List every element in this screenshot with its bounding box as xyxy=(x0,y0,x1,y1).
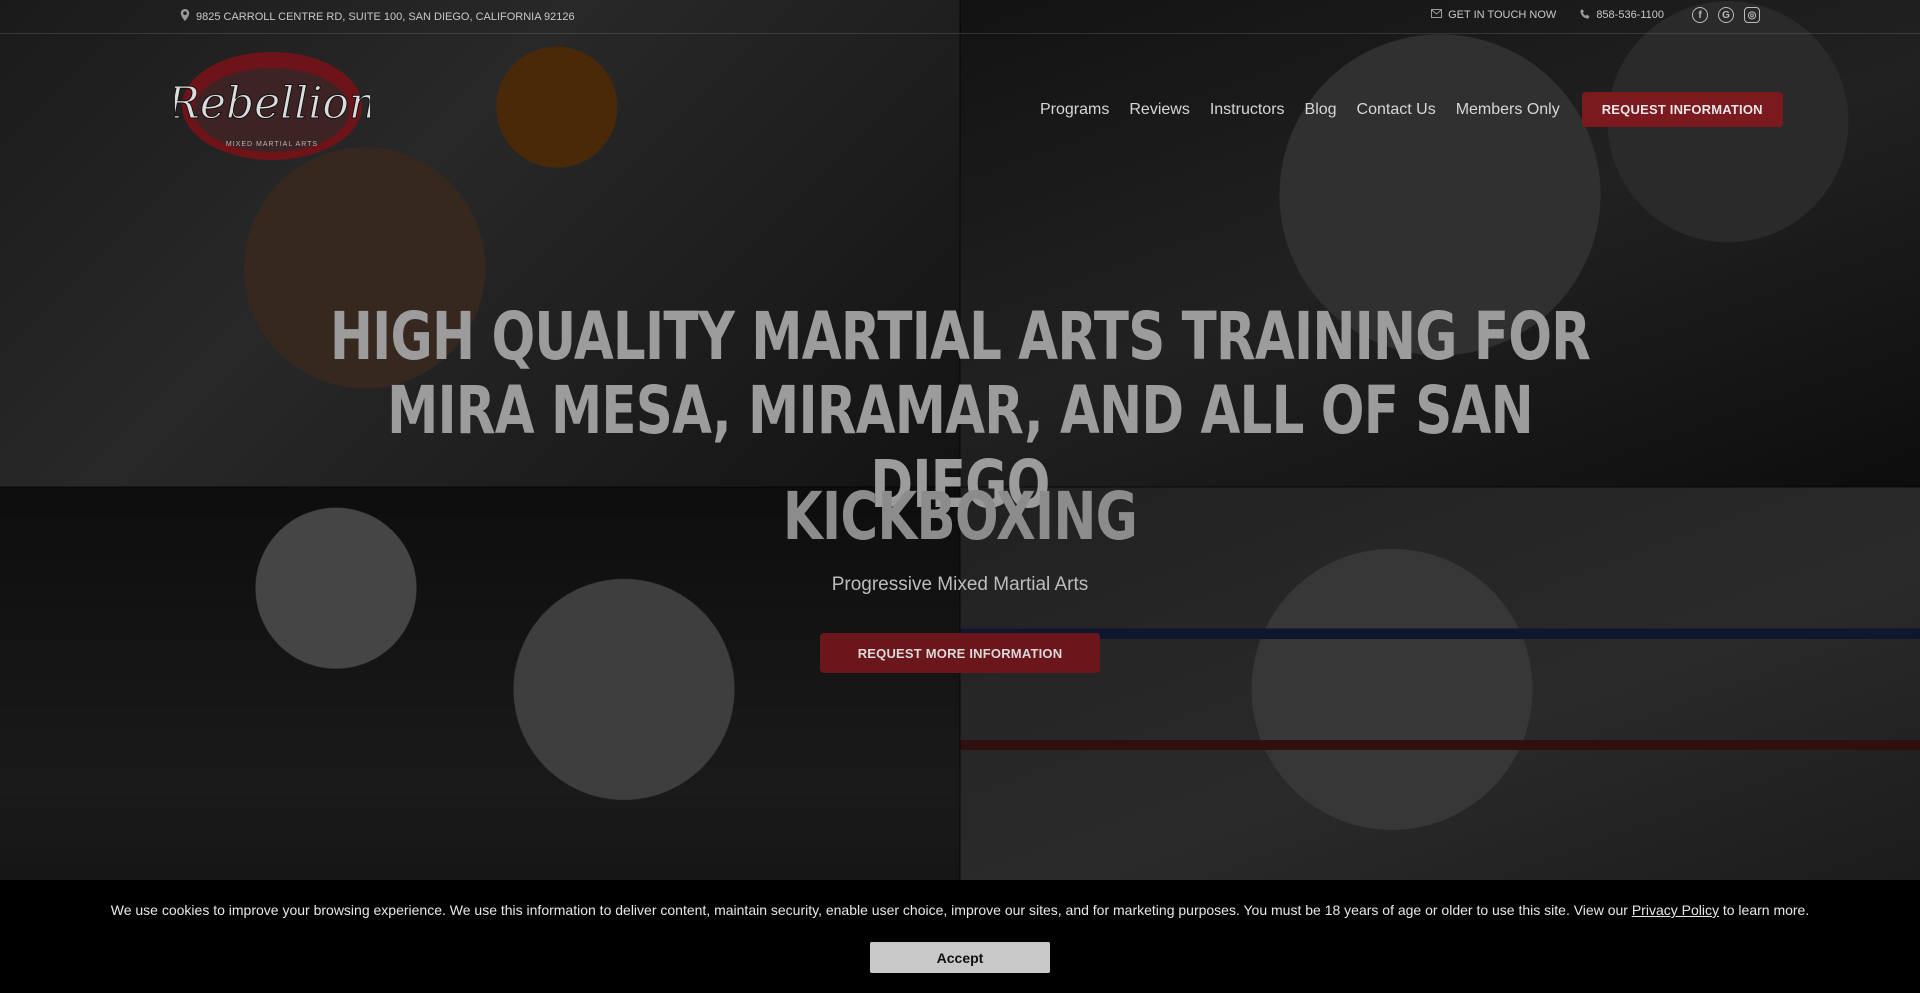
request-more-information-button[interactable]: REQUEST MORE INFORMATION xyxy=(820,633,1100,673)
cookie-text: We use cookies to improve your browsing … xyxy=(110,902,1632,918)
svg-text:MIXED MARTIAL ARTS: MIXED MARTIAL ARTS xyxy=(226,141,318,148)
hero-program-heading: KICKBOXING xyxy=(782,478,1138,555)
cookie-banner: We use cookies to improve your browsing … xyxy=(0,880,1920,993)
get-in-touch-link[interactable]: GET IN TOUCH NOW xyxy=(1431,9,1556,21)
top-utility-bar: 9825 CARROLL CENTRE RD, SUITE 100, SAN D… xyxy=(0,0,1920,34)
hero-tagline: Progressive Mixed Martial Arts xyxy=(831,574,1089,595)
topbar-right: GET IN TOUCH NOW 858-536-1100 f G ◎ xyxy=(1431,7,1760,23)
location-pin-icon xyxy=(180,9,190,24)
svg-text:Rebellion: Rebellion xyxy=(175,78,370,129)
accept-cookies-button[interactable]: Accept xyxy=(870,942,1050,973)
nav-instructors[interactable]: Instructors xyxy=(1210,101,1285,119)
phone-link[interactable]: 858-536-1100 xyxy=(1580,8,1664,22)
google-icon[interactable]: G xyxy=(1718,7,1734,23)
cookie-text-end: to learn more. xyxy=(1718,902,1810,918)
nav-contact-us[interactable]: Contact Us xyxy=(1357,101,1436,119)
phone-icon xyxy=(1580,8,1590,22)
nav-reviews[interactable]: Reviews xyxy=(1129,101,1189,119)
request-information-button[interactable]: REQUEST INFORMATION xyxy=(1581,92,1783,127)
address[interactable]: 9825 CARROLL CENTRE RD, SUITE 100, SAN D… xyxy=(180,9,575,24)
nav-members-only[interactable]: Members Only xyxy=(1456,101,1560,119)
nav-blog[interactable]: Blog xyxy=(1305,101,1337,119)
rebellion-logo[interactable]: Rebellion MIXED MARTIAL ARTS xyxy=(165,48,378,166)
social-links: f G ◎ xyxy=(1692,7,1760,23)
mail-icon xyxy=(1431,9,1443,21)
cookie-message: We use cookies to improve your browsing … xyxy=(0,902,1920,918)
address-text: 9825 CARROLL CENTRE RD, SUITE 100, SAN D… xyxy=(196,10,575,23)
get-in-touch-label: GET IN TOUCH NOW xyxy=(1448,9,1557,21)
main-nav: Programs Reviews Instructors Blog Contac… xyxy=(1040,92,1783,127)
privacy-policy-link[interactable]: Privacy Policy xyxy=(1632,902,1719,918)
phone-number: 858-536-1100 xyxy=(1596,9,1664,21)
facebook-icon[interactable]: f xyxy=(1692,7,1708,23)
nav-programs[interactable]: Programs xyxy=(1040,101,1109,119)
instagram-icon[interactable]: ◎ xyxy=(1744,7,1760,23)
